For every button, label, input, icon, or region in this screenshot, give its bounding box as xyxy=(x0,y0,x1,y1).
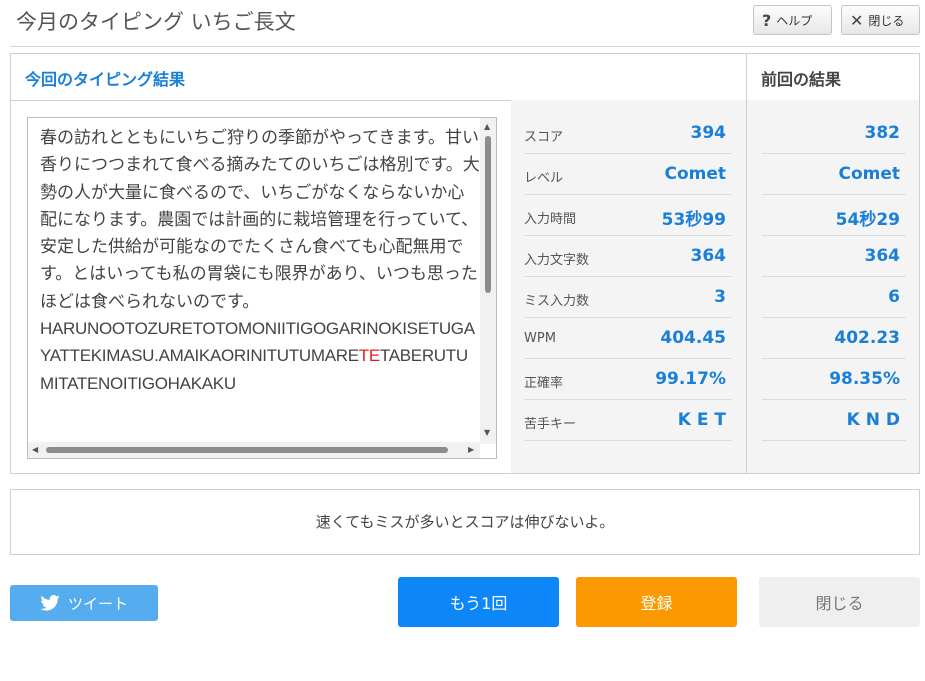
current-stats: スコア 394 レベル Comet 入力時間 53秒99 入力文字数 364 ミ… xyxy=(511,100,746,473)
stat-value: Comet xyxy=(664,164,726,184)
advice-text: 速くてもミスが多いとスコアは伸びないよ。 xyxy=(315,513,615,531)
typed-text-box[interactable]: 春の訪れとともにいちご狩りの季節がやってきます。甘い香りにつつまれて食べる摘みた… xyxy=(27,117,497,459)
question-mark-icon: ? xyxy=(762,10,772,30)
result-panel: 今回のタイピング結果 前回の結果 春の訪れとともにいちご狩りの季節がやってきます… xyxy=(10,53,920,474)
close-button[interactable]: 閉じる xyxy=(759,577,920,627)
x-icon: ✕ xyxy=(850,10,864,30)
stat-label: ミス入力数 xyxy=(524,294,590,309)
tweet-label: ツイート xyxy=(67,594,128,613)
prev-stat-value: 382 xyxy=(864,123,901,143)
tweet-button[interactable]: ツイート xyxy=(10,585,158,621)
previous-stats: 382 Comet 54秒29 364 6 402.23 98.35% K N … xyxy=(747,100,919,473)
stat-value: 394 xyxy=(690,123,727,143)
prev-stat-value: K N D xyxy=(846,410,900,430)
prev-stat-row-score: 382 xyxy=(762,113,906,154)
prev-stat-row-accuracy: 98.35% xyxy=(762,359,906,400)
stat-label: 苦手キー xyxy=(524,417,577,432)
stat-label: 正確率 xyxy=(524,376,564,391)
prev-stat-value: 98.35% xyxy=(829,369,900,389)
stat-value: 3 xyxy=(714,287,726,307)
prev-stat-value: 364 xyxy=(864,246,901,266)
page-title: 今月のタイピング いちご長文 xyxy=(16,10,296,34)
stat-value: 404.45 xyxy=(660,328,726,348)
advice-box: 速くてもミスが多いとスコアは伸びないよ。 xyxy=(10,489,920,555)
stat-row-score: スコア 394 xyxy=(524,113,732,154)
typed-text-content: 春の訪れとともにいちご狩りの季節がやってきます。甘い香りにつつまれて食べる摘みた… xyxy=(40,124,480,397)
stat-row-weak-keys: 苦手キー K E T xyxy=(524,400,732,441)
help-label: ヘルプ xyxy=(776,13,813,28)
prev-stat-row-chars: 364 xyxy=(762,236,906,277)
vertical-scroll-thumb[interactable] xyxy=(485,136,491,293)
romaji-text: HARUNOOTOZURETOTOMONIITIGOGARINOKISETUGA… xyxy=(40,319,475,393)
retry-button[interactable]: もう1回 xyxy=(398,577,559,627)
stat-row-level: レベル Comet xyxy=(524,154,732,195)
horizontal-scrollbar[interactable]: ◀ ▶ xyxy=(28,442,480,458)
prev-stat-value: 6 xyxy=(888,287,900,307)
prev-stat-value: Comet xyxy=(838,164,900,184)
stat-label: レベル xyxy=(524,171,564,186)
stat-label: WPM xyxy=(524,331,556,346)
japanese-text: 春の訪れとともにいちご狩りの季節がやってきます。甘い香りにつつまれて食べる摘みた… xyxy=(40,128,480,311)
help-button[interactable]: ? ヘルプ xyxy=(753,5,832,35)
stat-row-accuracy: 正確率 99.17% xyxy=(524,359,732,400)
stat-row-chars: 入力文字数 364 xyxy=(524,236,732,277)
stat-row-time: 入力時間 53秒99 xyxy=(524,195,732,236)
previous-result-title: 前回の結果 xyxy=(761,70,842,89)
stat-value: 364 xyxy=(690,246,727,266)
twitter-bird-icon xyxy=(40,595,60,611)
scroll-left-icon[interactable]: ◀ xyxy=(32,445,38,454)
prev-stat-row-weak-keys: K N D xyxy=(762,400,906,441)
stat-label: 入力時間 xyxy=(524,212,577,227)
stat-label: 入力文字数 xyxy=(524,253,590,268)
vertical-scrollbar[interactable]: ▲ ▼ xyxy=(480,118,496,444)
prev-stat-row-level: Comet xyxy=(762,154,906,195)
prev-stat-value: 402.23 xyxy=(834,328,900,348)
scroll-right-icon[interactable]: ▶ xyxy=(468,445,474,454)
panel-header: 今回のタイピング結果 前回の結果 xyxy=(11,54,919,101)
close-top-label: 閉じる xyxy=(868,13,905,28)
stat-label: スコア xyxy=(524,130,564,145)
prev-stat-value: 54秒29 xyxy=(835,210,900,230)
register-button[interactable]: 登録 xyxy=(576,577,737,627)
close-top-button[interactable]: ✕ 閉じる xyxy=(841,5,920,35)
stat-value: K E T xyxy=(677,410,726,430)
current-result-title: 今回のタイピング結果 xyxy=(25,70,186,89)
horizontal-scroll-thumb[interactable] xyxy=(46,447,448,453)
prev-stat-row-time: 54秒29 xyxy=(762,195,906,236)
romaji-miss: TE xyxy=(358,346,380,366)
stat-row-wpm: WPM 404.45 xyxy=(524,318,732,359)
header: 今月のタイピング いちご長文 ? ヘルプ ✕ 閉じる xyxy=(10,0,920,47)
scroll-down-icon[interactable]: ▼ xyxy=(484,428,490,437)
stat-row-misses: ミス入力数 3 xyxy=(524,277,732,318)
stat-value: 99.17% xyxy=(655,369,726,389)
stat-value: 53秒99 xyxy=(661,210,726,230)
prev-stat-row-wpm: 402.23 xyxy=(762,318,906,359)
scroll-up-icon[interactable]: ▲ xyxy=(484,122,490,131)
prev-stat-row-misses: 6 xyxy=(762,277,906,318)
